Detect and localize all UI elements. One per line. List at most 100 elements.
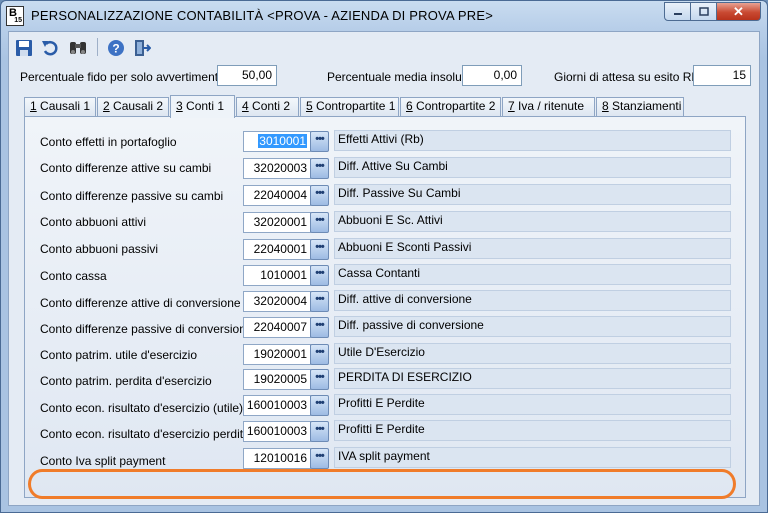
insoluti-input[interactable]: 0,00 (462, 65, 522, 86)
window-title: PERSONALIZZAZIONE CONTABILITÀ <PROVA - A… (31, 8, 494, 23)
account-row: Conto differenze passive su cambi 220400… (25, 183, 745, 209)
account-label: Conto differenze passive su cambi (40, 189, 224, 203)
svg-text:?: ? (112, 42, 119, 56)
account-code-input[interactable]: 1010001 (243, 265, 311, 286)
tab-conti-2[interactable]: 4 Conti 2 (236, 97, 299, 116)
account-description: Profitti E Perdite (334, 420, 731, 441)
account-label: Conto effetti in portafoglio (40, 135, 177, 149)
account-label: Conto patrim. utile d'esercizio (40, 348, 198, 362)
exit-button[interactable] (131, 37, 153, 59)
account-label: Conto econ. risultato d'esercizio (utile… (40, 401, 244, 415)
app-icon-version: 15 (14, 17, 22, 24)
account-row: Conto cassa 1010001 ••• Cassa Contanti (25, 263, 745, 289)
lookup-button[interactable]: ••• (310, 317, 329, 338)
account-code-input[interactable]: 22040007 (243, 317, 311, 338)
account-row: Conto abbuoni attivi 32020001 ••• Abbuon… (25, 210, 745, 236)
account-label: Conto Iva split payment (40, 454, 166, 468)
account-label: Conto abbuoni attivi (40, 215, 147, 229)
account-code-input[interactable]: 19020001 (243, 344, 311, 365)
giorni-input[interactable]: 15 (693, 65, 751, 86)
tab-causali-2-key: 2 (103, 99, 110, 113)
lookup-button[interactable]: ••• (310, 395, 329, 416)
lookup-button[interactable]: ••• (310, 212, 329, 233)
account-row: Conto patrim. perdita d'esercizio 190200… (25, 367, 745, 393)
account-code-input[interactable]: 19020005 (243, 369, 311, 390)
account-code-input[interactable]: 22040001 (243, 239, 311, 260)
save-icon (16, 40, 32, 56)
lookup-button[interactable]: ••• (310, 158, 329, 179)
tab-causali-1-key: 1 (30, 99, 37, 113)
tab-contropartite-1[interactable]: 5 Contropartite 1 (300, 97, 399, 116)
toolbar-separator (97, 38, 98, 56)
tab-causali-2-label: Causali 2 (109, 99, 164, 113)
tab-conti-2-label: Conti 2 (248, 99, 291, 113)
tab-panel-conti-1: Conto effetti in portafoglio 3010001 •••… (24, 116, 746, 499)
tab-contropartite-1-key: 5 (306, 99, 313, 113)
account-label: Conto econ. risultato d'esercizio perdit… (40, 427, 254, 441)
exit-icon (135, 40, 151, 56)
maximize-button[interactable] (691, 2, 717, 21)
account-code-input[interactable]: 22040004 (243, 185, 311, 206)
account-label: Conto differenze attive di conversione (40, 296, 241, 310)
tab-causali-1[interactable]: 1 Causali 1 (24, 97, 96, 116)
account-code-input[interactable]: 32020001 (243, 212, 311, 233)
account-row: Conto patrim. utile d'esercizio 19020001… (25, 342, 745, 368)
account-row: Conto differenze attive su cambi 3202000… (25, 156, 745, 182)
search-button[interactable] (67, 37, 89, 59)
tab-conti-2-key: 4 (242, 99, 249, 113)
account-row: Conto abbuoni passivi 22040001 ••• Abbuo… (25, 237, 745, 263)
client-area: ? Percentuale fido per solo avvertimento… (8, 31, 760, 506)
account-row: Conto econ. risultato d'esercizio (utile… (25, 393, 745, 419)
close-button[interactable]: ✕ (717, 2, 761, 21)
account-description: IVA split payment (334, 447, 731, 468)
lookup-button[interactable]: ••• (310, 291, 329, 312)
lookup-button[interactable]: ••• (310, 344, 329, 365)
account-code-input[interactable]: 160010003 (243, 421, 311, 442)
lookup-button[interactable]: ••• (310, 131, 329, 152)
lookup-button[interactable]: ••• (310, 239, 329, 260)
tab-conti-1-label: Conti 1 (182, 99, 225, 113)
account-label: Conto cassa (40, 269, 107, 283)
tab-contropartite-2-key: 6 (406, 99, 413, 113)
lookup-button[interactable]: ••• (310, 185, 329, 206)
giorni-label: Giorni di attesa su esito RB (554, 70, 700, 84)
account-row-iva-split-payment: Conto Iva split payment 12010016 ••• IVA… (25, 446, 745, 472)
toolbar: ? (9, 32, 759, 62)
lookup-button[interactable]: ••• (310, 265, 329, 286)
fido-input[interactable]: 50,00 (217, 65, 277, 86)
account-code-input[interactable]: 32020003 (243, 158, 311, 179)
undo-icon (42, 40, 58, 56)
account-code-value: 3010001 (258, 134, 307, 148)
help-button[interactable]: ? (105, 37, 127, 59)
title-bar[interactable]: B 15 PERSONALIZZAZIONE CONTABILITÀ <PROV… (1, 1, 767, 31)
tab-causali-2[interactable]: 2 Causali 2 (97, 97, 169, 116)
account-code-input[interactable]: 3010001 (243, 131, 311, 152)
account-code-input[interactable]: 12010016 (243, 448, 311, 469)
tab-stanziamenti[interactable]: 8 Stanziamenti (596, 97, 684, 116)
account-description: Effetti Attivi (Rb) (334, 130, 731, 151)
tab-causali-1-label: Causali 1 (36, 99, 91, 113)
minimize-icon (673, 12, 682, 15)
undo-button[interactable] (39, 37, 61, 59)
tab-iva-ritenute[interactable]: 7 Iva / ritenute (502, 97, 595, 116)
lookup-button[interactable]: ••• (310, 448, 329, 469)
app-icon: B 15 (6, 6, 24, 26)
account-description: PERDITA DI ESERCIZIO (334, 368, 731, 389)
tab-conti-1-key: 3 (176, 99, 183, 113)
account-code-input[interactable]: 160010003 (243, 395, 311, 416)
account-description: Utile D'Esercizio (334, 343, 731, 364)
account-code-input[interactable]: 32020004 (243, 291, 311, 312)
account-description: Diff. passive di conversione (334, 316, 731, 337)
tab-contropartite-2-label: Contropartite 2 (412, 99, 496, 113)
account-description: Abbuoni E Sconti Passivi (334, 238, 731, 259)
maximize-icon (698, 7, 709, 16)
close-icon: ✕ (733, 3, 744, 19)
account-description: Abbuoni E Sc. Attivi (334, 211, 731, 232)
tab-contropartite-2[interactable]: 6 Contropartite 2 (400, 97, 501, 116)
save-button[interactable] (13, 37, 35, 59)
window-controls: ✕ (664, 2, 761, 22)
lookup-button[interactable]: ••• (310, 369, 329, 390)
tab-conti-1[interactable]: 3 Conti 1 (170, 95, 235, 118)
minimize-button[interactable] (664, 2, 691, 21)
lookup-button[interactable]: ••• (310, 421, 329, 442)
